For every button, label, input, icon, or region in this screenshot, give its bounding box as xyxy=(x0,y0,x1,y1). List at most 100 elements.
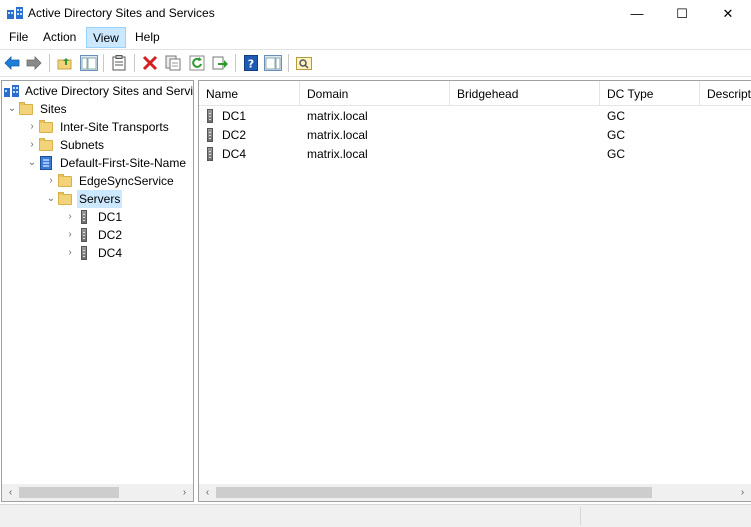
folder-icon xyxy=(57,173,73,189)
list-item[interactable]: DC4 matrix.local GC xyxy=(199,145,751,164)
tree-horizontal-scrollbar[interactable]: ‹ › xyxy=(2,484,193,501)
delete-icon[interactable] xyxy=(141,54,159,72)
find-icon[interactable] xyxy=(295,54,313,72)
sites-services-icon xyxy=(4,83,20,99)
cell-name: DC4 xyxy=(222,147,247,161)
forward-arrow-icon[interactable] xyxy=(25,54,43,72)
tree-label: Servers xyxy=(77,190,123,208)
results-list-pane: Name Domain Bridgehead DC Type Descript … xyxy=(198,80,751,502)
menu-file[interactable]: File xyxy=(3,27,34,48)
tree-label: Sites xyxy=(40,102,67,116)
scroll-right-icon[interactable]: › xyxy=(734,484,751,501)
toolbar-separator xyxy=(103,54,104,72)
server-icon xyxy=(76,209,92,225)
cell-name: DC2 xyxy=(222,128,247,142)
tree-item-sites[interactable]: ⌄ Sites xyxy=(2,100,193,118)
server-list: DC1 matrix.local GC DC2 matrix.local GC … xyxy=(199,107,751,164)
tree-label: Default-First-Site-Name xyxy=(60,156,187,170)
svg-text:?: ? xyxy=(248,58,254,71)
back-arrow-icon[interactable] xyxy=(3,54,21,72)
window-title: Active Directory Sites and Services xyxy=(28,6,215,20)
cell-domain: matrix.local xyxy=(307,147,368,161)
tree-item-servers[interactable]: ⌄ Servers xyxy=(2,190,193,208)
folder-icon xyxy=(38,119,54,135)
menu-help[interactable]: Help xyxy=(129,27,166,48)
show-hide-console-tree-icon[interactable] xyxy=(80,54,98,72)
chevron-right-icon[interactable]: › xyxy=(64,208,76,226)
show-hide-action-pane-icon[interactable] xyxy=(264,54,282,72)
toolbar-separator xyxy=(235,54,236,72)
menu-bar: File Action View Help xyxy=(0,27,751,49)
list-item[interactable]: DC2 matrix.local GC xyxy=(199,126,751,145)
tree-label: DC1 xyxy=(98,210,123,224)
chevron-right-icon[interactable]: › xyxy=(45,172,57,190)
chevron-down-icon[interactable]: ⌄ xyxy=(6,100,18,118)
cell-dc-type: GC xyxy=(607,109,625,123)
menu-view[interactable]: View xyxy=(86,27,126,48)
cell-domain: matrix.local xyxy=(307,128,368,142)
help-icon[interactable]: ? xyxy=(242,54,260,72)
column-header-name[interactable]: Name xyxy=(199,81,300,105)
maximize-button[interactable]: ☐ xyxy=(659,0,705,27)
refresh-icon[interactable] xyxy=(188,54,206,72)
column-header-dc-type[interactable]: DC Type xyxy=(600,81,700,105)
scroll-left-icon[interactable]: ‹ xyxy=(199,484,216,501)
up-folder-icon[interactable] xyxy=(56,54,74,72)
column-header-domain[interactable]: Domain xyxy=(300,81,450,105)
cell-dc-type: GC xyxy=(607,128,625,142)
toolbar-separator xyxy=(49,54,50,72)
list-item[interactable]: DC1 matrix.local GC xyxy=(199,107,751,126)
folder-icon xyxy=(18,101,34,117)
column-header-description[interactable]: Descript xyxy=(700,81,751,105)
tree-label: Inter-Site Transports xyxy=(60,120,169,134)
chevron-down-icon[interactable]: ⌄ xyxy=(26,154,38,172)
console-tree-pane: Active Directory Sites and Services ⌄ Si… xyxy=(1,80,194,502)
close-button[interactable]: ✕ xyxy=(705,0,751,27)
folder-open-icon xyxy=(57,191,73,207)
scroll-right-icon[interactable]: › xyxy=(176,484,193,501)
title-bar: Active Directory Sites and Services — ☐ … xyxy=(0,0,751,27)
tree-label: Active Directory Sites and Services xyxy=(25,84,194,98)
tree-label: DC2 xyxy=(98,228,123,242)
tree-label: DC4 xyxy=(98,246,123,260)
copy-icon[interactable] xyxy=(164,54,182,72)
toolbar: ? xyxy=(0,49,751,77)
tree-item-dc1[interactable]: › DC1 xyxy=(2,208,193,226)
menu-action[interactable]: Action xyxy=(37,27,82,48)
list-horizontal-scrollbar[interactable]: ‹ › xyxy=(199,484,751,501)
status-bar xyxy=(0,504,751,527)
site-icon xyxy=(38,155,54,171)
server-icon xyxy=(76,245,92,261)
scrollbar-thumb[interactable] xyxy=(19,487,119,498)
tree-label: EdgeSyncService xyxy=(79,174,174,188)
column-header-bridgehead[interactable]: Bridgehead xyxy=(450,81,600,105)
chevron-right-icon[interactable]: › xyxy=(26,118,38,136)
toolbar-separator xyxy=(134,54,135,72)
tree-item-edgesyncservice[interactable]: › EdgeSyncService xyxy=(2,172,193,190)
chevron-right-icon[interactable]: › xyxy=(64,244,76,262)
tree-item-root[interactable]: Active Directory Sites and Services xyxy=(2,82,193,100)
export-list-icon[interactable] xyxy=(211,54,229,72)
properties-icon[interactable] xyxy=(110,54,128,72)
tree-item-inter-site-transports[interactable]: › Inter-Site Transports xyxy=(2,118,193,136)
tree-item-dc2[interactable]: › DC2 xyxy=(2,226,193,244)
console-tree: Active Directory Sites and Services ⌄ Si… xyxy=(2,82,193,262)
cell-dc-type: GC xyxy=(607,147,625,161)
server-icon xyxy=(207,109,213,123)
chevron-down-icon[interactable]: ⌄ xyxy=(45,190,57,208)
tree-item-dc4[interactable]: › DC4 xyxy=(2,244,193,262)
tree-label: Subnets xyxy=(60,138,105,152)
cell-domain: matrix.local xyxy=(307,109,368,123)
tree-item-subnets[interactable]: › Subnets xyxy=(2,136,193,154)
status-divider xyxy=(580,507,581,525)
chevron-right-icon[interactable]: › xyxy=(64,226,76,244)
minimize-button[interactable]: — xyxy=(614,0,660,27)
server-icon xyxy=(207,147,213,161)
chevron-right-icon[interactable]: › xyxy=(26,136,38,154)
tree-item-default-first-site-name[interactable]: ⌄ Default-First-Site-Name xyxy=(2,154,193,172)
folder-icon xyxy=(38,137,54,153)
cell-name: DC1 xyxy=(222,109,247,123)
scrollbar-thumb[interactable] xyxy=(216,487,652,498)
scroll-left-icon[interactable]: ‹ xyxy=(2,484,19,501)
sites-services-app-icon xyxy=(7,6,24,20)
